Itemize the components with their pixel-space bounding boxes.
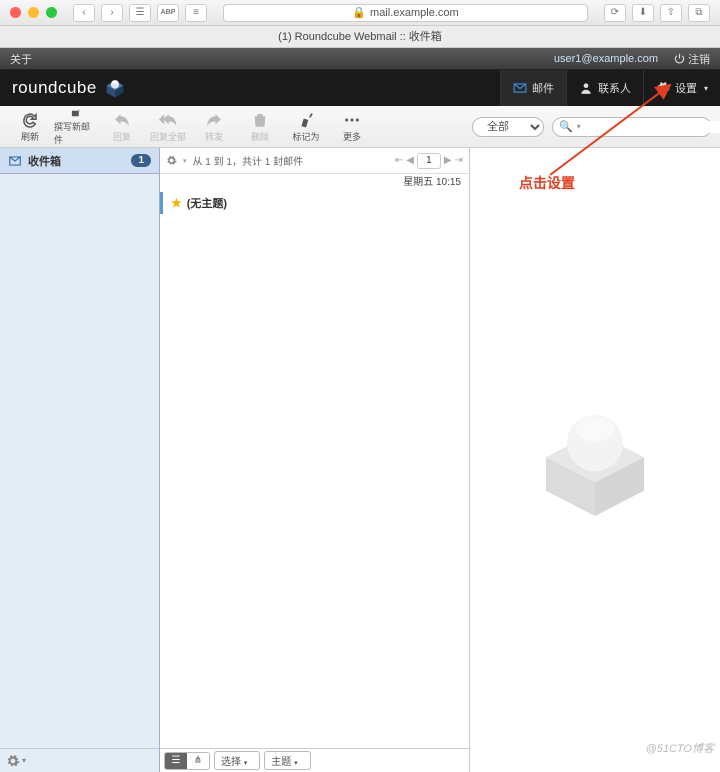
power-icon xyxy=(674,53,685,64)
folder-sidebar: 收件箱 1 ▾ xyxy=(0,148,160,772)
back-button[interactable]: ‹ xyxy=(73,4,95,22)
browser-tab-title: (1) Roundcube Webmail :: 收件箱 xyxy=(0,26,720,48)
address-bar[interactable]: 🔒 mail.example.com xyxy=(223,4,588,22)
user-email-link[interactable]: user1@example.com xyxy=(554,53,658,65)
mail-toolbar: 刷新 撰写新邮件 回复 回复全部 转发 删除 标记为 更多 全部 🔍 ▾ ⊗ xyxy=(0,106,720,148)
reply-all-button: 回复全部 xyxy=(146,108,190,146)
about-bar: 关于 user1@example.com 注销 xyxy=(0,48,720,70)
roundcube-logo: roundcube xyxy=(12,76,127,100)
compose-icon xyxy=(67,108,85,119)
gear-icon[interactable] xyxy=(6,754,20,768)
inbox-icon xyxy=(8,154,22,168)
reply-all-icon xyxy=(159,111,177,129)
message-date: 星期五 10:15 xyxy=(160,174,469,192)
refresh-button[interactable]: 刷新 xyxy=(8,108,52,146)
trash-icon xyxy=(251,111,269,129)
search-icon: 🔍 xyxy=(559,120,573,133)
message-row[interactable]: ★ (无主题) xyxy=(160,192,469,214)
sidebar-button[interactable]: ☰ xyxy=(129,4,151,22)
page-first-icon: ⇤ xyxy=(395,155,403,166)
minimize-window-icon[interactable] xyxy=(28,7,39,18)
mark-button[interactable]: 标记为 xyxy=(284,108,328,146)
reply-icon xyxy=(113,111,131,129)
chevron-down-icon[interactable]: ▾ xyxy=(183,157,187,165)
lock-icon: 🔒 xyxy=(352,6,366,19)
url-text: mail.example.com xyxy=(370,7,459,19)
select-dropdown[interactable]: 选择 ▾ xyxy=(214,751,260,770)
list-summary: 从 1 到 1，共计 1 封邮件 xyxy=(193,153,304,168)
message-list-footer: ☰ ⋔ 选择 ▾ 主题 ▾ xyxy=(160,748,469,772)
page-last-icon: ⇥ xyxy=(455,155,463,166)
browser-toolbar: ‹ › ☰ ABP ≡ 🔒 mail.example.com ⟳ ⬇ ⇧ ⧉ xyxy=(0,0,720,26)
main-area: 收件箱 1 ▾ ▾ 从 1 到 1，共计 1 封邮件 ⇤ ◀ 1 ▶ ⇥ 星期五… xyxy=(0,148,720,772)
marker-icon xyxy=(297,111,315,129)
folder-inbox[interactable]: 收件箱 1 xyxy=(0,148,159,174)
forward-icon xyxy=(205,111,223,129)
chevron-down-icon[interactable]: ▾ xyxy=(22,756,26,765)
search-input[interactable] xyxy=(584,121,720,133)
page-number[interactable]: 1 xyxy=(417,153,441,169)
message-list-pane: ▾ 从 1 到 1，共计 1 封邮件 ⇤ ◀ 1 ▶ ⇥ 星期五 10:15 ★… xyxy=(160,148,470,772)
sidebar-footer: ▾ xyxy=(0,748,159,772)
close-window-icon[interactable] xyxy=(10,7,21,18)
nav-settings[interactable]: 设置 ▾ xyxy=(643,70,720,106)
main-nav: 邮件 联系人 设置 ▾ xyxy=(500,70,720,106)
scope-select[interactable]: 全部 xyxy=(472,117,544,137)
chevron-down-icon: ▾ xyxy=(704,84,708,93)
mail-icon xyxy=(513,81,527,95)
topic-dropdown[interactable]: 主题 ▾ xyxy=(264,751,310,770)
unread-badge: 1 xyxy=(131,154,151,167)
message-subject: (无主题) xyxy=(187,195,227,211)
page-prev-icon: ◀ xyxy=(406,155,414,166)
downloads-button[interactable]: ⬇ xyxy=(632,4,654,22)
more-icon xyxy=(343,111,361,129)
forward-button[interactable]: › xyxy=(101,4,123,22)
roundcube-placeholder-icon xyxy=(525,390,665,530)
folder-label: 收件箱 xyxy=(28,153,61,169)
star-icon[interactable]: ★ xyxy=(171,196,182,210)
thread-view-icon[interactable]: ⋔ xyxy=(187,753,209,769)
window-controls xyxy=(10,7,57,18)
tabs-button[interactable]: ⧉ xyxy=(688,4,710,22)
nav-mail[interactable]: 邮件 xyxy=(500,70,566,106)
search-container: 🔍 ▾ ⊗ xyxy=(552,117,712,137)
maximize-window-icon[interactable] xyxy=(46,7,57,18)
list-view-icon[interactable]: ☰ xyxy=(165,753,187,769)
more-button[interactable]: 更多 xyxy=(330,108,374,146)
reader-button[interactable]: ≡ xyxy=(185,4,207,22)
delete-button: 删除 xyxy=(238,108,282,146)
page-next-icon: ▶ xyxy=(444,155,452,166)
extension-button[interactable]: ABP xyxy=(157,4,179,22)
gear-icon xyxy=(656,81,670,95)
forward-button: 转发 xyxy=(192,108,236,146)
nav-contacts[interactable]: 联系人 xyxy=(566,70,643,106)
cube-icon xyxy=(103,76,127,100)
reload-button[interactable]: ⟳ xyxy=(604,4,626,22)
logout-button[interactable]: 注销 xyxy=(674,51,710,67)
message-list-header: ▾ 从 1 到 1，共计 1 封邮件 ⇤ ◀ 1 ▶ ⇥ xyxy=(160,148,469,174)
watermark: @51CTO博客 xyxy=(646,740,714,756)
view-toggle[interactable]: ☰ ⋔ xyxy=(164,752,210,770)
chevron-down-icon[interactable]: ▾ xyxy=(577,122,581,131)
person-icon xyxy=(579,81,593,95)
compose-button[interactable]: 撰写新邮件 xyxy=(54,108,98,146)
refresh-icon xyxy=(21,111,39,129)
brand-bar: roundcube 邮件 联系人 设置 ▾ xyxy=(0,70,720,106)
preview-pane xyxy=(470,148,720,772)
about-link[interactable]: 关于 xyxy=(10,51,32,67)
gear-icon[interactable] xyxy=(166,155,177,166)
reply-button: 回复 xyxy=(100,108,144,146)
share-button[interactable]: ⇧ xyxy=(660,4,682,22)
